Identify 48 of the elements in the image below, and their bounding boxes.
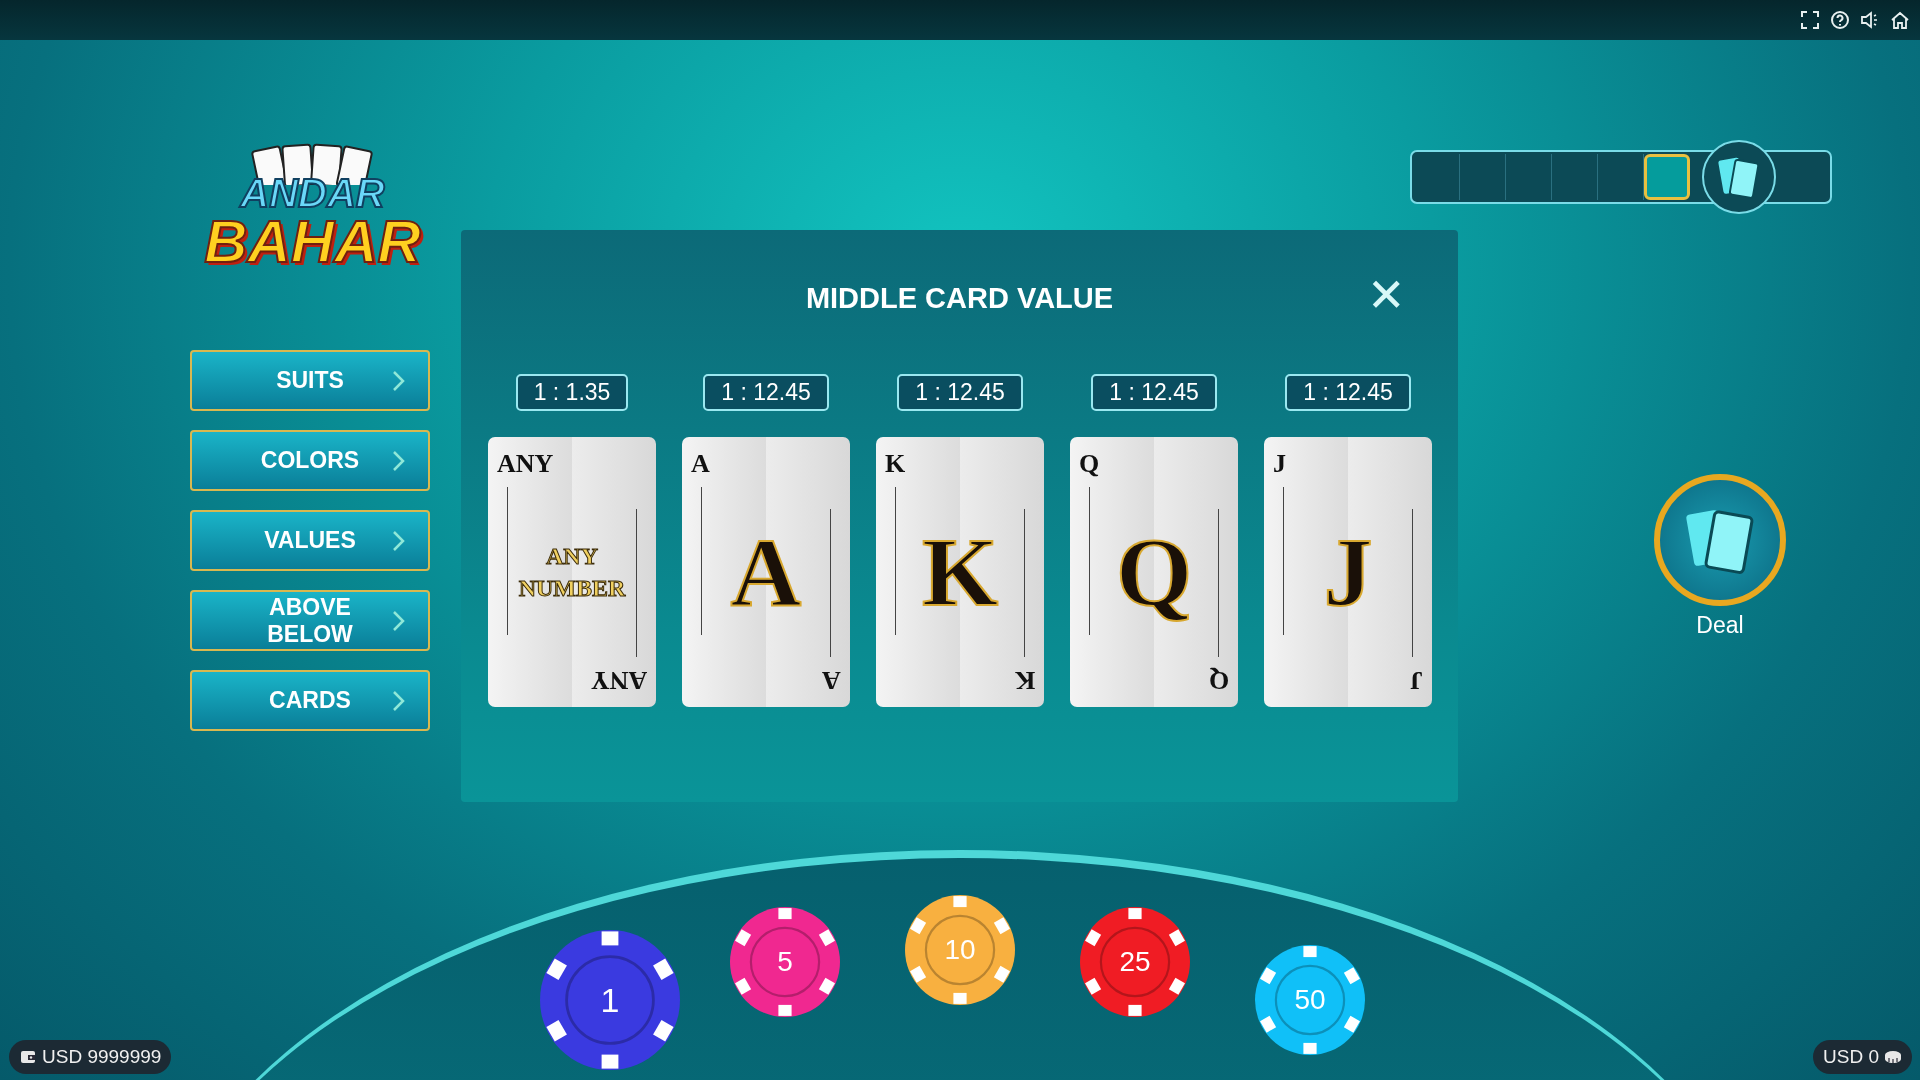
dialog-title: MIDDLE CARD VALUE (805, 282, 1114, 315)
odds-badge: 1 : 12.45 (1091, 374, 1217, 411)
playing-card[interactable]: A A A (682, 437, 850, 707)
deal-label: Deal (1695, 612, 1745, 639)
card-corner-text: J (1410, 665, 1423, 695)
balance-text: USD 9999999 (42, 1046, 162, 1068)
odds-badge: 1 : 1.35 (515, 374, 629, 411)
chevron-icon (392, 530, 406, 552)
card-center-text: K (920, 517, 1000, 628)
card-corner-text: A (691, 449, 710, 479)
logo-text: BAHAR (204, 213, 421, 271)
playing-card[interactable]: ANY ANY NUMBER ANY (488, 437, 656, 707)
card-corner-text: Q (1079, 449, 1100, 479)
chevron-icon (392, 690, 406, 712)
odds-badge: 1 : 12.45 (1285, 374, 1411, 411)
help-icon[interactable] (1830, 10, 1850, 30)
fullscreen-icon[interactable] (1800, 10, 1820, 30)
menu-button[interactable]: VALUES (190, 510, 430, 571)
menu-button[interactable]: CARDS (190, 670, 430, 731)
playing-card[interactable]: K K K (876, 437, 1044, 707)
menu-button[interactable]: ABOVE BELOW (190, 590, 430, 651)
chevron-icon (392, 370, 406, 392)
speaker-icon[interactable] (1860, 10, 1880, 30)
odds-badge: 1 : 12.45 (703, 374, 829, 411)
card-center-text: A (729, 517, 803, 628)
wallet-icon (19, 1049, 37, 1065)
card-corner-text: J (1273, 449, 1286, 479)
chevron-icon (392, 610, 406, 632)
menu-button[interactable]: COLORS (190, 430, 430, 491)
chevron-icon (392, 450, 406, 472)
chip-stack-icon (1884, 1049, 1902, 1065)
card-corner-text: K (885, 449, 906, 479)
logo-text: ANDAR (240, 173, 385, 213)
home-icon[interactable] (1890, 10, 1910, 30)
card-corner-text: ANY (497, 449, 554, 479)
card-corner-text: A (822, 665, 841, 695)
card-corner-text: ANY (590, 665, 647, 695)
card-corner-text: K (1014, 665, 1035, 695)
playing-card[interactable]: J J J (1264, 437, 1432, 707)
odds-badge: 1 : 12.45 (897, 374, 1023, 411)
card-center-text: ANY NUMBER (517, 542, 627, 603)
card-corner-text: Q (1208, 665, 1229, 695)
card-center-text: J (1322, 517, 1374, 628)
close-button[interactable]: ✕ (1363, 272, 1410, 318)
card-center-text: Q (1114, 517, 1194, 628)
bet-text: USD 0 (1823, 1046, 1879, 1068)
playing-card[interactable]: Q Q Q (1070, 437, 1238, 707)
menu-button[interactable]: SUITS (190, 350, 430, 411)
